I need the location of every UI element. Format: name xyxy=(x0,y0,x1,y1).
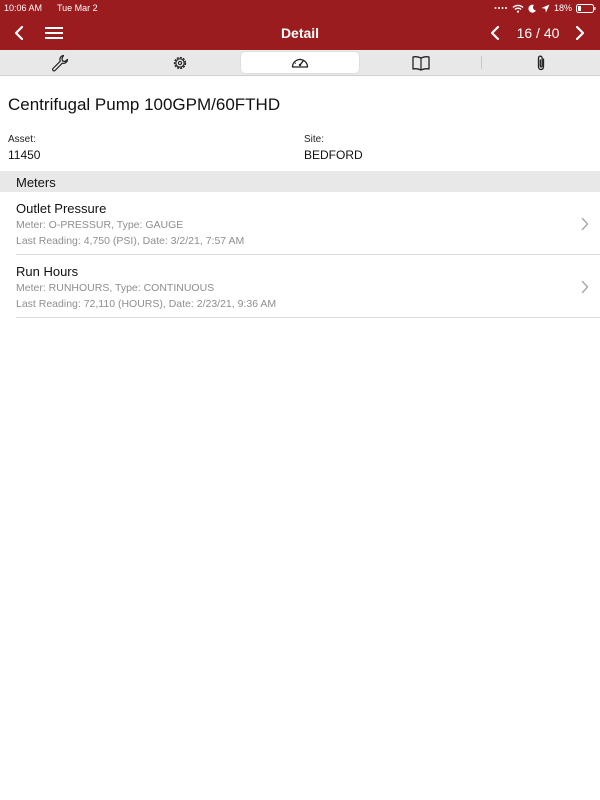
record-counter: 16 / 40 xyxy=(516,25,560,41)
app-header: 10:06 AM Tue Mar 2 18% Detail 16 / 40 xyxy=(0,0,600,50)
menu-button[interactable] xyxy=(42,22,68,44)
gauge-icon xyxy=(291,58,309,68)
back-button[interactable] xyxy=(8,22,30,44)
chevron-left-icon xyxy=(14,25,24,41)
wrench-icon xyxy=(52,54,69,71)
hamburger-menu-icon xyxy=(45,27,63,39)
paperclip-icon xyxy=(537,55,545,70)
meters-section-header: Meters xyxy=(0,171,600,192)
book-icon xyxy=(412,55,430,71)
chevron-right-icon xyxy=(575,25,585,41)
meter-name: Outlet Pressure xyxy=(16,201,107,216)
meter-row-outlet-pressure[interactable]: Outlet Pressure Meter: O-PRESSUR, Type: … xyxy=(16,192,600,255)
meter-row-run-hours[interactable]: Run Hours Meter: RUNHOURS, Type: CONTINU… xyxy=(16,255,600,318)
next-record-button[interactable] xyxy=(569,22,591,44)
tab-documents[interactable] xyxy=(361,52,481,73)
asset-title: Centrifugal Pump 100GPM/60FTHD xyxy=(8,95,281,114)
meter-detail: Meter: O-PRESSUR, Type: GAUGE xyxy=(16,219,184,231)
battery-percent: 18% xyxy=(553,3,572,13)
previous-record-button[interactable] xyxy=(484,22,506,44)
asset-value: 11450 xyxy=(8,148,41,162)
site-value: BEDFORD xyxy=(304,148,363,162)
detail-tab-bar xyxy=(0,50,600,76)
meter-detail: Meter: RUNHOURS, Type: CONTINUOUS xyxy=(16,282,215,294)
status-indicators: 18% xyxy=(494,2,596,14)
meter-name: Run Hours xyxy=(16,264,79,279)
chevron-left-icon xyxy=(490,25,500,41)
tab-attachments[interactable] xyxy=(482,52,600,73)
status-bar: 10:06 AM Tue Mar 2 18% xyxy=(0,0,600,16)
wifi-icon xyxy=(512,4,524,13)
chevron-right-icon xyxy=(581,217,589,231)
status-date: Tue Mar 2 xyxy=(57,3,98,13)
status-time: 10:06 AM xyxy=(4,3,43,13)
site-label: Site: xyxy=(304,134,325,145)
meter-last-reading: Last Reading: 4,750 (PSI), Date: 3/2/21,… xyxy=(16,235,245,247)
moon-icon xyxy=(528,4,536,13)
battery-icon xyxy=(576,3,596,13)
chevron-right-icon xyxy=(581,280,589,294)
navigation-bar: Detail 16 / 40 xyxy=(0,16,600,50)
meter-last-reading: Last Reading: 72,110 (HOURS), Date: 2/23… xyxy=(16,298,277,310)
tab-meters[interactable] xyxy=(241,52,359,73)
tab-specifications[interactable] xyxy=(120,52,240,73)
asset-label: Asset: xyxy=(8,134,36,145)
signal-dots-icon xyxy=(494,7,507,9)
gear-icon xyxy=(173,56,187,69)
tab-work-details[interactable] xyxy=(0,52,120,73)
location-arrow-icon xyxy=(541,4,550,12)
